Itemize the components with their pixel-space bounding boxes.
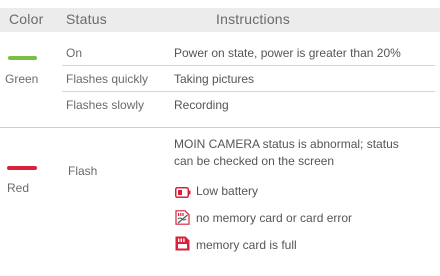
status-flash: Flash — [68, 164, 98, 178]
no-memory-card-icon — [175, 210, 190, 230]
status-on: On — [66, 46, 83, 60]
row-divider — [62, 65, 435, 66]
instruction-line-1: MOIN CAMERA status is abnormal; status — [174, 137, 399, 151]
status-flashes-slowly: Flashes slowly — [66, 98, 145, 112]
color-name-red: Red — [7, 181, 30, 195]
red-indicator — [7, 166, 37, 170]
color-name-green: Green — [5, 72, 39, 86]
no-memory-card-label: no memory card or card error — [196, 211, 353, 225]
low-battery-icon — [175, 185, 191, 203]
status-flashes-quickly: Flashes quickly — [66, 72, 149, 86]
row-divider — [62, 91, 435, 92]
memory-card-full-label: memory card is full — [196, 238, 297, 252]
instruction-on: Power on state, power is greater than 20… — [174, 46, 401, 60]
header-instructions: Instructions — [216, 11, 290, 27]
green-indicator — [8, 56, 37, 60]
instruction-flashes-slowly: Recording — [174, 98, 229, 112]
instruction-flashes-quickly: Taking pictures — [174, 72, 255, 86]
low-battery-label: Low battery — [196, 184, 259, 198]
header-status: Status — [66, 11, 107, 27]
header-color: Color — [9, 11, 44, 27]
section-divider — [0, 127, 440, 128]
memory-card-full-icon — [175, 236, 190, 256]
instruction-line-2: can be checked on the screen — [174, 154, 335, 168]
